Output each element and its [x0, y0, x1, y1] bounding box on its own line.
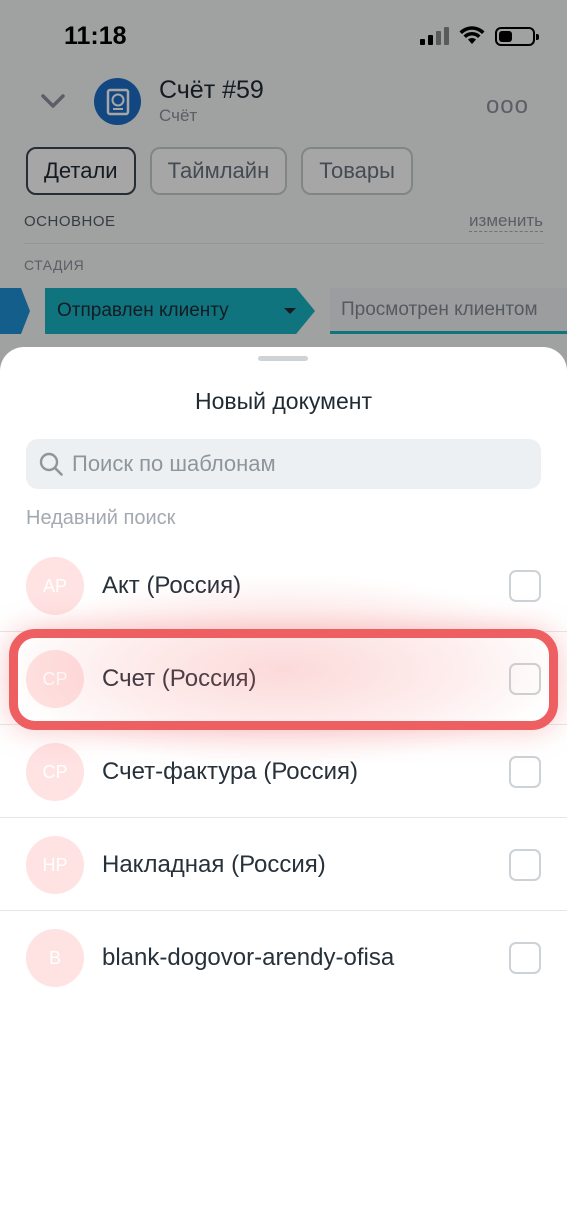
template-list: AP Акт (Россия) CP Счет (Россия) CP Счет…: [0, 539, 567, 1004]
list-item-label: Счет (Россия): [102, 665, 257, 692]
avatar: CP: [26, 743, 84, 801]
new-document-sheet: Новый документ Недавний поиск AP Акт (Ро…: [0, 347, 567, 1227]
list-item[interactable]: CP Счет (Россия): [0, 632, 567, 725]
search-box[interactable]: [26, 439, 541, 489]
list-item-label: Накладная (Россия): [102, 851, 326, 878]
list-item[interactable]: B blank-dogovor-arendy-ofisa: [0, 911, 567, 1004]
list-item-label: blank-dogovor-arendy-ofisa: [102, 944, 395, 971]
list-item[interactable]: HP Накладная (Россия): [0, 818, 567, 911]
list-item[interactable]: AP Акт (Россия): [0, 539, 567, 632]
checkbox[interactable]: [509, 663, 541, 695]
avatar: AP: [26, 557, 84, 615]
search-icon: [39, 452, 63, 476]
list-item-label: Счет-фактура (Россия): [102, 758, 359, 785]
recent-search-label: Недавний поиск: [26, 507, 176, 529]
avatar: HP: [26, 836, 84, 894]
search-input[interactable]: [72, 451, 512, 477]
checkbox[interactable]: [509, 756, 541, 788]
list-item[interactable]: CP Счет-фактура (Россия): [0, 725, 567, 818]
avatar: B: [26, 929, 84, 987]
checkbox[interactable]: [509, 570, 541, 602]
list-item-label: Акт (Россия): [102, 572, 242, 599]
checkbox[interactable]: [509, 942, 541, 974]
sheet-grabber[interactable]: [258, 356, 308, 361]
checkbox[interactable]: [509, 849, 541, 881]
avatar: CP: [26, 650, 84, 708]
sheet-title: Новый документ: [194, 388, 372, 414]
